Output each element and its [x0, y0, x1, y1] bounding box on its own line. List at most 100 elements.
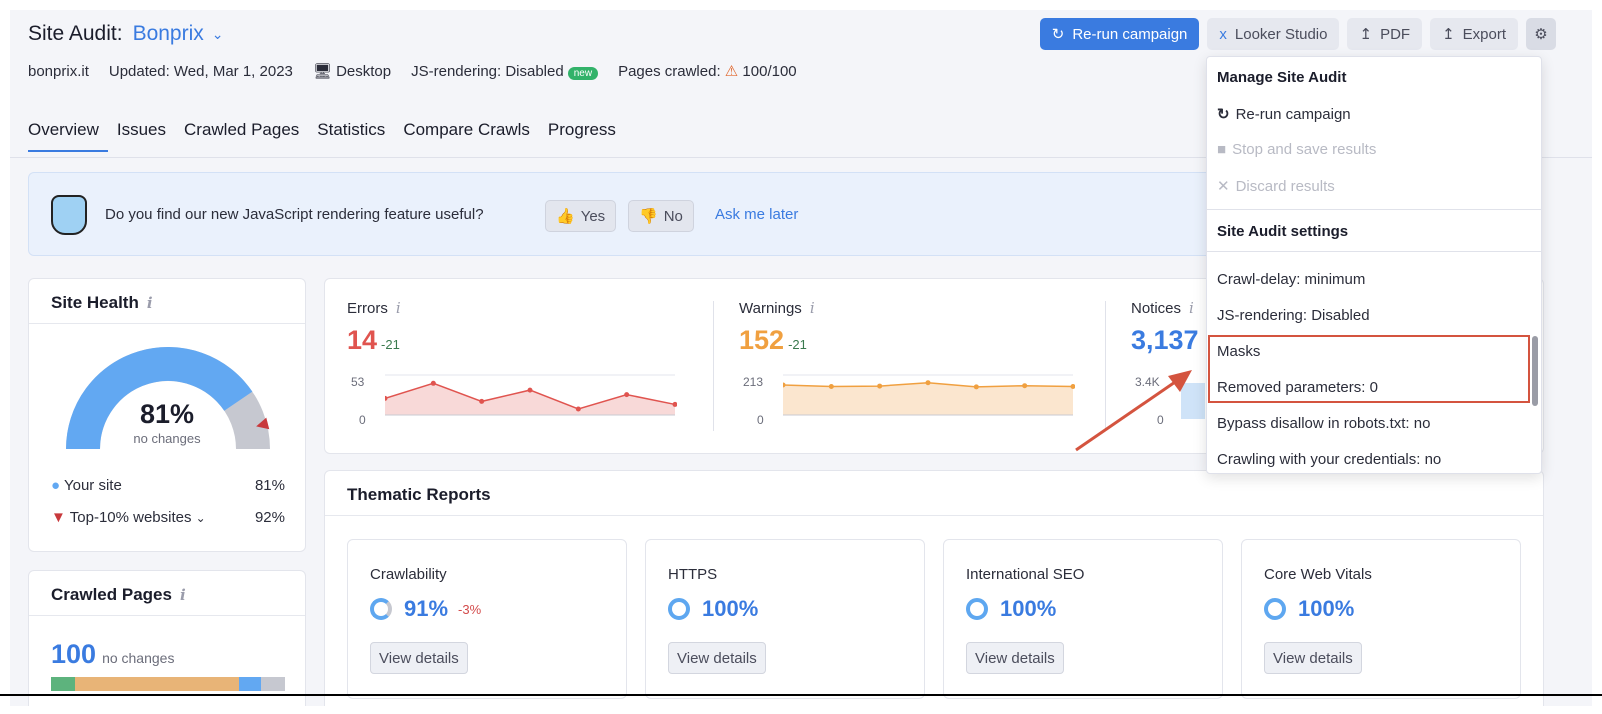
device-label: Desktop — [336, 63, 392, 80]
stop-icon: ■ — [1217, 141, 1227, 158]
report-card-crawlability[interactable]: Crawlability 91% -3% View details — [347, 539, 627, 699]
view-details-button[interactable]: View details — [966, 642, 1064, 674]
report-card-https[interactable]: HTTPS 100% View details — [645, 539, 925, 699]
top10-legend[interactable]: ▼ Top-10% websites ⌄ — [51, 509, 206, 526]
hand-icon — [51, 195, 87, 235]
crawled-pages-card: Crawled Pages i 100 no changes — [28, 570, 306, 706]
report-delta: -3% — [458, 601, 482, 617]
notices-metric[interactable]: Notices i 3,137 — [1131, 299, 1199, 356]
settings-button[interactable]: ⚙ — [1526, 18, 1556, 50]
rerun-campaign-button[interactable]: ↻ Re-run campaign — [1039, 18, 1200, 50]
warnings-label-text: Warnings — [739, 300, 802, 317]
report-value-text: 91% — [404, 596, 449, 621]
settings-dropdown: Manage Site Audit ↻ Re-run campaign ■ Stop… — [1206, 56, 1542, 474]
report-name: Crawlability — [370, 566, 447, 583]
crawled-pages-title: Crawled Pages i — [51, 585, 186, 605]
rerun-label: Re-run campaign — [1072, 25, 1188, 43]
device-info: 🖥 Desktop — [313, 62, 391, 80]
view-details-button[interactable]: View details — [370, 642, 468, 674]
ask-later-link[interactable]: Ask me later — [715, 206, 798, 223]
view-details-button[interactable]: View details — [1264, 642, 1362, 674]
info-icon[interactable]: i — [147, 294, 153, 312]
desktop-icon: 🖥 — [312, 63, 332, 80]
yes-label: Yes — [580, 207, 606, 225]
pages-crawled-info: Pages crawled: ⚠ 100/100 — [618, 62, 797, 80]
menu-item-crawl-delay[interactable]: Crawl-delay: minimum — [1217, 271, 1365, 288]
menu-item-bypass-disallow[interactable]: Bypass disallow in robots.txt: no — [1217, 415, 1430, 432]
report-card-international-seo[interactable]: International SEO 100% View details — [943, 539, 1223, 699]
domain-text: bonprix.it — [28, 62, 89, 80]
view-details-button[interactable]: View details — [668, 642, 766, 674]
warnings-value-text: 152 — [739, 325, 785, 355]
dropdown-scrollbar[interactable] — [1532, 336, 1538, 406]
menu-item-credentials[interactable]: Crawling with your credentials: no — [1217, 451, 1441, 468]
divider — [29, 323, 305, 324]
menu-item-rerun[interactable]: ↻ Re-run campaign — [1217, 105, 1351, 124]
menu-item-rerun-label: Re-run campaign — [1235, 105, 1351, 123]
tab-progress[interactable]: Progress — [539, 120, 625, 152]
tab-statistics[interactable]: Statistics — [308, 120, 394, 152]
close-icon: ✕ — [1217, 178, 1230, 195]
js-rendering-label: JS-rendering: Disabled — [411, 62, 564, 80]
tab-overview[interactable]: Overview — [28, 120, 108, 152]
errors-ymin: 0 — [359, 413, 366, 427]
info-icon[interactable]: i — [396, 299, 401, 317]
no-button[interactable]: 👎 No — [628, 200, 694, 232]
crawled-count-value: 100 — [51, 639, 97, 669]
sparkline-point — [877, 383, 883, 389]
info-icon[interactable]: i — [1189, 299, 1194, 317]
bar-segment-redirects — [239, 677, 261, 691]
tab-bar: Overview Issues Crawled Pages Statistics… — [28, 120, 625, 152]
report-card-core-web-vitals[interactable]: Core Web Vitals 100% View details — [1241, 539, 1521, 699]
gear-icon: ⚙ — [1534, 26, 1548, 43]
report-name: International SEO — [966, 566, 1085, 583]
feedback-question: Do you find our new JavaScript rendering… — [105, 206, 484, 223]
warnings-label: Warnings i — [739, 299, 815, 317]
tab-compare-crawls[interactable]: Compare Crawls — [394, 120, 539, 152]
looker-icon: х — [1219, 25, 1227, 43]
thumbs-up-icon: 👍 — [556, 208, 575, 225]
upload-icon: ↥ — [1442, 26, 1455, 43]
errors-metric[interactable]: Errors i 14 -21 — [347, 299, 401, 356]
info-icon[interactable]: i — [810, 299, 815, 317]
pdf-button[interactable]: ↥ PDF — [1347, 18, 1423, 50]
legend-top10[interactable]: ▼ Top-10% websites ⌄ 92% — [51, 509, 285, 526]
chevron-down-icon[interactable]: ⌄ — [212, 26, 224, 43]
menu-item-discard: ✕ Discard results — [1217, 177, 1335, 196]
sparkline-point — [527, 387, 533, 393]
info-icon[interactable]: i — [180, 586, 186, 604]
site-audit-settings-heading: Site Audit settings — [1217, 223, 1349, 240]
bar-segment-other — [261, 677, 285, 691]
crawled-change: no changes — [102, 650, 175, 666]
report-value: 100% — [668, 596, 758, 622]
warnings-delta: -21 — [788, 337, 807, 352]
warnings-sparkline — [783, 374, 1075, 416]
site-health-change: no changes — [133, 431, 201, 446]
site-health-card: Site Health i 81% no changes ● Your site … — [28, 278, 306, 552]
errors-label: Errors i — [347, 299, 401, 317]
thematic-reports-card: Thematic Reports Crawlability 91% -3% Vie… — [324, 470, 1544, 706]
site-health-percent: 81% — [139, 399, 195, 429]
crawled-count[interactable]: 100 no changes — [51, 639, 174, 670]
sparkline-point — [624, 392, 630, 398]
sparkline-point — [828, 383, 834, 389]
errors-ymax: 53 — [351, 375, 365, 389]
looker-studio-button[interactable]: х Looker Studio — [1207, 18, 1340, 50]
menu-item-js-rendering[interactable]: JS-rendering: Disabled — [1217, 307, 1370, 324]
legend-your-site: ● Your site 81% — [51, 477, 285, 494]
yes-button[interactable]: 👍 Yes — [545, 200, 617, 232]
tab-issues[interactable]: Issues — [108, 120, 175, 152]
export-button[interactable]: ↥ Export — [1430, 18, 1518, 50]
looker-label: Looker Studio — [1234, 25, 1328, 43]
project-selector[interactable]: Bonprix — [133, 22, 204, 46]
title-label: Site Audit: — [28, 22, 123, 45]
warnings-metric[interactable]: Warnings i 152 -21 — [739, 299, 815, 356]
chevron-down-icon[interactable]: ⌄ — [196, 511, 206, 525]
divider — [1207, 251, 1541, 252]
updated-text: Updated: Wed, Mar 1, 2023 — [108, 62, 293, 80]
refresh-icon: ↻ — [1217, 106, 1230, 123]
tab-crawled-pages[interactable]: Crawled Pages — [175, 120, 308, 152]
notices-value: 3,137 — [1131, 325, 1199, 355]
warning-icon: ⚠ — [724, 63, 739, 80]
sparkline-area — [783, 382, 1073, 415]
